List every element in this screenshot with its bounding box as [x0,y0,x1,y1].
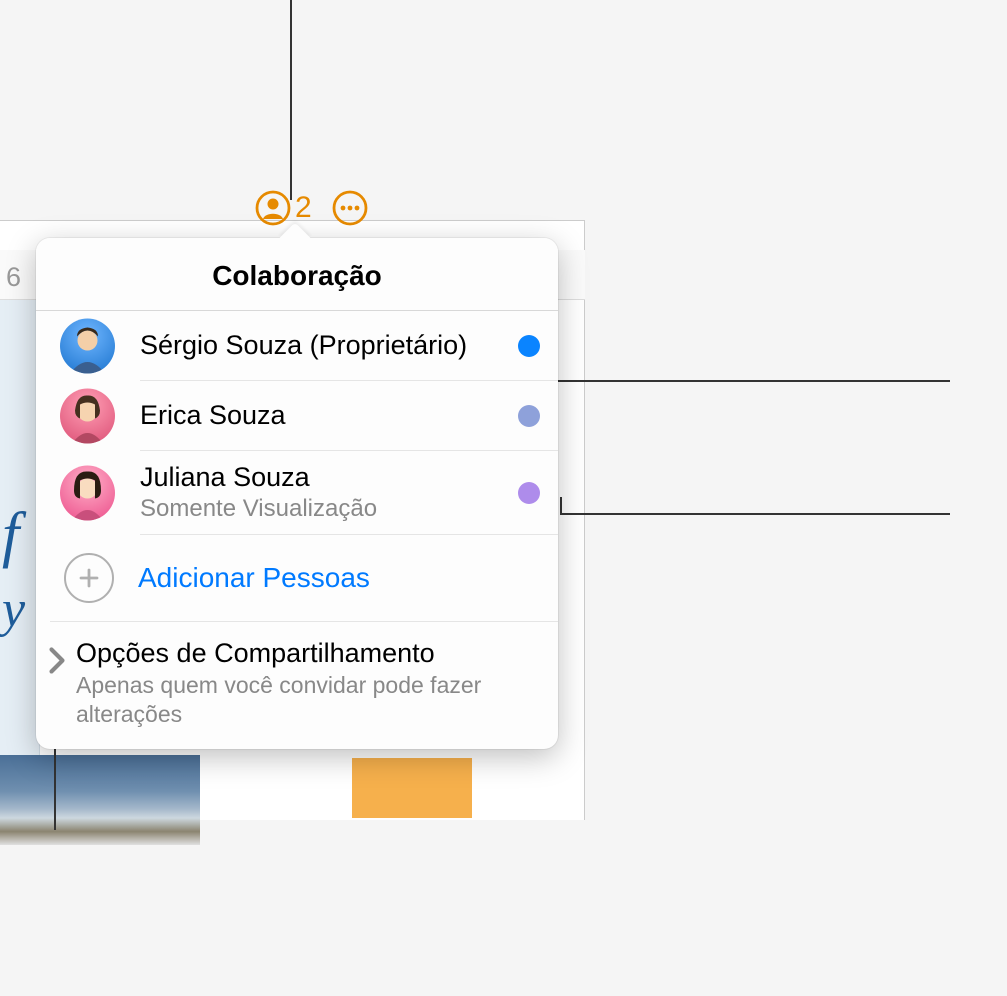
person-circle-icon [255,190,291,226]
callout-line [560,513,950,515]
participant-name: Erica Souza [140,399,508,431]
ruler-number: 6 [6,262,21,293]
share-options-subtitle: Apenas quem você convidar pode fazer alt… [76,671,540,729]
plus-circle-icon [64,553,114,603]
presence-dot [518,405,540,427]
presence-dot [518,482,540,504]
avatar [60,388,115,443]
more-button[interactable] [332,190,368,226]
collaboration-count: 2 [295,191,312,225]
participant-row[interactable]: Erica Souza [140,381,558,451]
participant-row[interactable]: Juliana Souza Somente Visualização [140,451,558,535]
chevron-right-icon [46,644,68,682]
callout-line [560,497,562,514]
background-photo [0,755,200,845]
participants-list: Sérgio Souza (Proprietário) Erica Souza [36,311,558,622]
participant-name: Juliana Souza [140,461,508,493]
popover-title: Colaboração [36,238,558,311]
avatar [60,465,115,520]
background-yellow-block [352,758,472,818]
participant-name: Sérgio Souza (Proprietário) [140,329,508,361]
add-people-button[interactable]: Adicionar Pessoas [50,535,558,622]
presence-dot [518,335,540,357]
avatar [60,318,115,373]
share-options-title: Opções de Compartilhamento [76,638,540,669]
collaboration-popover: Colaboração Sérgio Souza (Proprietário) [36,238,558,749]
background-italic-text: f y [2,500,25,642]
callout-line [290,0,292,200]
participant-permission: Somente Visualização [140,495,508,524]
collaboration-button[interactable]: 2 [255,190,312,226]
add-people-label: Adicionar Pessoas [138,562,370,594]
participant-row[interactable]: Sérgio Souza (Proprietário) [140,311,558,381]
share-options-row[interactable]: Opções de Compartilhamento Apenas quem v… [36,622,558,749]
callout-line [520,380,950,382]
